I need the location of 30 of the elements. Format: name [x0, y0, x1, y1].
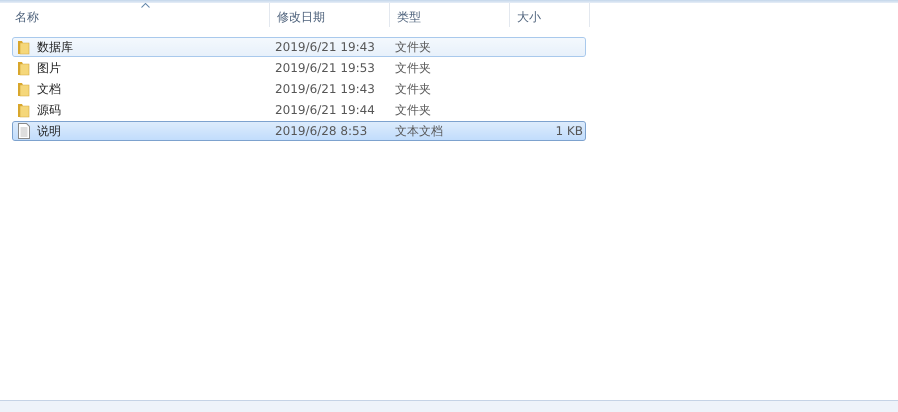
file-name: 图片 [37, 60, 61, 76]
column-header[interactable]: 大小 [510, 3, 590, 27]
file-row[interactable]: 数据库 2019/6/21 19:43 文件夹 [12, 37, 586, 57]
modified-date: 2019/6/21 19:44 [275, 103, 376, 117]
text-file-icon [16, 123, 32, 139]
modified-date: 2019/6/28 8:53 [275, 124, 368, 138]
column-header[interactable]: 修改日期 [270, 3, 390, 27]
folder-icon [16, 39, 32, 55]
file-name: 文档 [37, 80, 61, 98]
file-size: 1 KB [555, 124, 583, 138]
file-type: 文件夹 [395, 80, 432, 98]
folder-icon [16, 81, 32, 97]
file-row[interactable]: 说明 2019/6/28 8:53 文本文档 1 KB [12, 121, 586, 141]
file-row[interactable]: 图片 2019/6/21 19:53 文件夹 [12, 58, 586, 78]
file-row[interactable]: 源码 2019/6/21 19:44 文件夹 [12, 100, 586, 120]
file-name: 源码 [37, 102, 61, 118]
modified-date: 2019/6/21 19:53 [275, 61, 376, 75]
column-header[interactable]: 类型 [390, 3, 510, 27]
file-type: 文件夹 [395, 102, 432, 118]
file-type: 文件夹 [395, 60, 432, 76]
file-type: 文件夹 [395, 38, 432, 56]
file-name: 数据库 [37, 38, 73, 56]
folder-icon [16, 60, 32, 76]
folder-icon [16, 102, 32, 118]
modified-date: 2019/6/21 19:43 [275, 40, 376, 54]
column-header[interactable]: 名称 [8, 3, 270, 27]
modified-date: 2019/6/21 19:43 [275, 82, 376, 96]
file-type: 文本文档 [395, 122, 444, 140]
file-name: 说明 [37, 122, 61, 140]
file-row[interactable]: 文档 2019/6/21 19:43 文件夹 [12, 79, 586, 99]
